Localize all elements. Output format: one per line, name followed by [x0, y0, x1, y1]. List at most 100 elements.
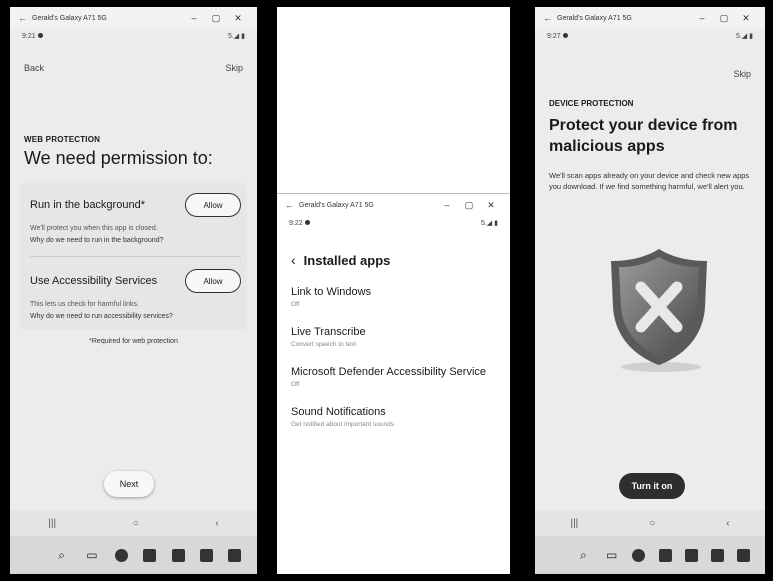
installed-apps-window: ← Gerald's Galaxy A71 5G – ▢ ✕ 9:22 5.◢ … [277, 7, 510, 574]
store-icon[interactable] [143, 548, 157, 562]
permission-title: Run in the background* [30, 199, 145, 211]
app-name: Sound Notifications [291, 406, 386, 418]
app-status: Convert speech to text [291, 341, 357, 348]
divider [30, 256, 241, 257]
close-button[interactable]: ✕ [735, 13, 757, 24]
permission-row-background: Run in the background* Allow [30, 193, 241, 217]
page-title: Installed apps [303, 252, 391, 268]
section-label: DEVICE PROTECTION [549, 99, 634, 108]
app-name: Microsoft Defender Accessibility Service [291, 366, 487, 378]
phone-link-icon[interactable] [737, 548, 751, 562]
windows-taskbar: ⌕ ▭ [535, 536, 765, 574]
window-title: Gerald's Galaxy A71 5G [299, 201, 374, 209]
skip-link[interactable]: Skip [225, 63, 243, 73]
description: We'll scan apps already on your device a… [549, 170, 750, 191]
android-nav-bar: ||| ○ ‹ [535, 510, 765, 536]
app-status: Get notified about important sounds [291, 421, 394, 428]
status-time: 9:27 [547, 33, 568, 40]
android-nav-bar: ||| ○ ‹ [10, 510, 257, 536]
page-title: Protect your device from malicious apps [549, 117, 738, 155]
next-button[interactable]: Next [104, 471, 154, 497]
minimize-button[interactable]: – [183, 13, 205, 23]
minimize-button[interactable]: – [436, 200, 458, 210]
maximize-button[interactable]: ▢ [205, 13, 227, 24]
allow-accessibility-button[interactable]: Allow [185, 269, 241, 293]
app-icon[interactable] [684, 548, 698, 562]
notification-dot-icon [37, 33, 43, 39]
outlook-icon[interactable] [199, 548, 213, 562]
permission-desc: We'll protect you when this app is close… [30, 225, 158, 232]
recents-icon[interactable]: ||| [570, 518, 578, 529]
skip-link[interactable]: Skip [535, 69, 751, 79]
app-status: Off [291, 301, 300, 308]
close-button[interactable]: ✕ [227, 13, 249, 24]
maximize-button[interactable]: ▢ [458, 200, 480, 211]
task-view-icon[interactable]: ▭ [604, 548, 619, 563]
notification-dot-icon [562, 33, 568, 39]
recents-icon[interactable]: ||| [48, 518, 56, 529]
nav-back-icon[interactable]: ‹ [726, 518, 729, 529]
edge-icon[interactable] [114, 548, 128, 562]
outlook-icon[interactable] [711, 548, 725, 562]
phone-link-icon[interactable] [228, 548, 242, 562]
window-title: Gerald's Galaxy A71 5G [32, 14, 107, 22]
installed-apps-header: ‹ Installed apps [291, 252, 510, 268]
windows-taskbar: ⌕ ▭ [10, 536, 257, 574]
status-time: 9:22 [289, 220, 310, 227]
list-item[interactable]: Microsoft Defender Accessibility Service… [291, 366, 496, 388]
status-time: 9:21 [22, 33, 43, 40]
permission-why-link[interactable]: Why do we need to run accessibility serv… [30, 313, 241, 320]
close-button[interactable]: ✕ [480, 200, 502, 211]
window-back-button[interactable]: ← [18, 13, 32, 23]
minimize-button[interactable]: – [691, 13, 713, 23]
home-icon[interactable]: ○ [133, 518, 139, 529]
list-item[interactable]: Sound Notifications Get notified about i… [291, 406, 496, 428]
windows-start-icon[interactable] [26, 549, 39, 562]
device-protection-window: ← Gerald's Galaxy A71 5G – ▢ ✕ 9:27 5.◢ … [535, 7, 765, 574]
notification-dot-icon [304, 220, 310, 226]
windows-start-icon[interactable] [550, 549, 563, 562]
status-signal-battery: 5.◢ ▮ [735, 33, 753, 40]
nav-back-icon[interactable]: ‹ [215, 518, 218, 529]
footnote: *Required for web protection [89, 338, 178, 345]
status-signal-battery: 5.◢ ▮ [480, 220, 498, 227]
chevron-left-icon[interactable]: ‹ [291, 252, 296, 268]
window-title: Gerald's Galaxy A71 5G [557, 14, 632, 22]
window-titlebar: ← Gerald's Galaxy A71 5G – ▢ ✕ [535, 7, 765, 29]
allow-background-button[interactable]: Allow [185, 193, 241, 217]
permission-row-accessibility: Use Accessibility Services Allow [30, 269, 241, 293]
window-titlebar: ← Gerald's Galaxy A71 5G – ▢ ✕ [10, 7, 257, 29]
app-name: Link to Windows [291, 286, 372, 298]
shield-x-icon [611, 249, 707, 372]
home-icon[interactable]: ○ [649, 518, 655, 529]
status-bar: 9:22 5.◢ ▮ [277, 216, 510, 230]
app-icon[interactable] [171, 548, 185, 562]
permission-desc: This lets us check for harmful links. [30, 301, 139, 308]
app-name: Live Transcribe [291, 326, 366, 338]
status-bar: 9:21 5.◢ ▮ [10, 29, 257, 43]
task-view-icon[interactable]: ▭ [84, 548, 99, 563]
section-label: WEB PROTECTION [24, 135, 101, 144]
web-protection-window: ← Gerald's Galaxy A71 5G – ▢ ✕ 9:21 5.◢ … [10, 7, 257, 574]
maximize-button[interactable]: ▢ [713, 13, 735, 24]
store-icon[interactable] [658, 548, 672, 562]
list-item[interactable]: Link to Windows Off [291, 286, 496, 308]
nav-row: Back Skip [10, 63, 257, 73]
permission-why-link[interactable]: Why do we need to run in the background? [30, 237, 241, 244]
window-back-button[interactable]: ← [285, 200, 299, 210]
search-icon[interactable]: ⌕ [54, 548, 69, 563]
status-bar: 9:27 5.◢ ▮ [535, 29, 765, 43]
edge-icon[interactable] [632, 548, 646, 562]
window-back-button[interactable]: ← [543, 13, 557, 23]
search-icon[interactable]: ⌕ [576, 548, 591, 563]
permission-title: Use Accessibility Services [30, 275, 158, 287]
page-title: We need permission to: [24, 148, 213, 168]
back-link[interactable]: Back [24, 63, 44, 73]
permissions-card: Run in the background* Allow We'll prote… [20, 183, 247, 330]
app-status: Off [291, 381, 300, 388]
list-item[interactable]: Live Transcribe Convert speech to text [291, 326, 496, 348]
status-signal-battery: 5.◢ ▮ [227, 33, 245, 40]
window-titlebar: ← Gerald's Galaxy A71 5G – ▢ ✕ [277, 194, 510, 216]
turn-it-on-button[interactable]: Turn it on [619, 473, 685, 499]
installed-apps-screen: ← Gerald's Galaxy A71 5G – ▢ ✕ 9:22 5.◢ … [277, 193, 510, 574]
